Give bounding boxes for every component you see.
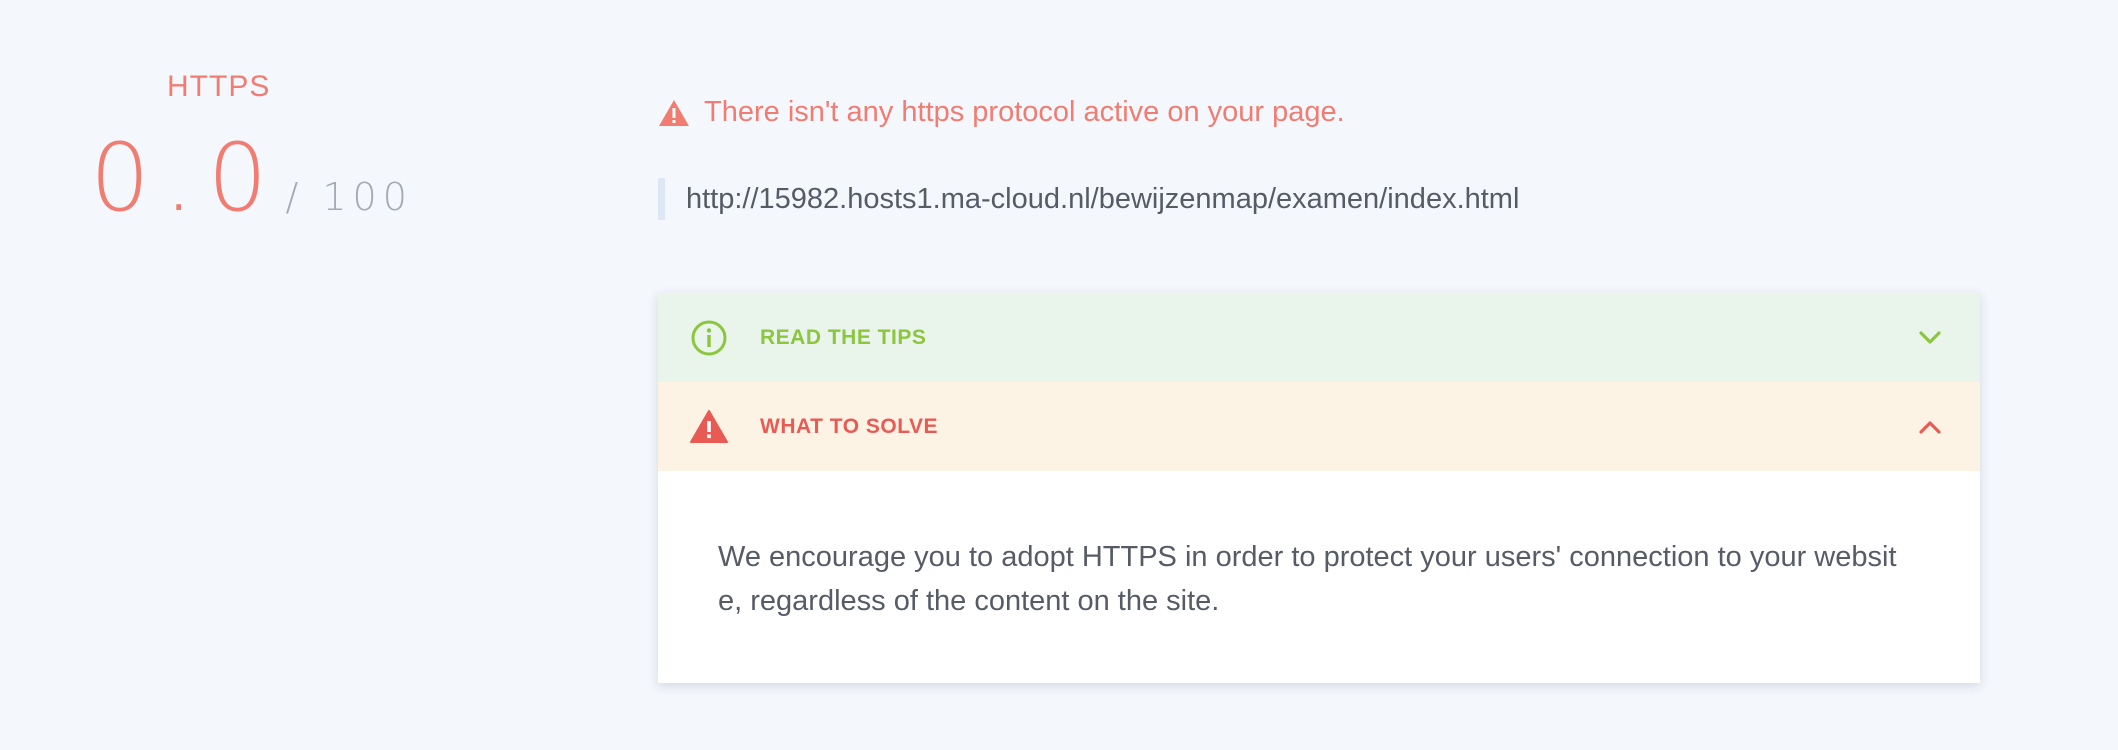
read-the-tips-title: READ THE TIPS — [760, 325, 927, 349]
warning-triangle-icon — [659, 99, 689, 126]
chevron-down-icon — [1919, 330, 1941, 344]
chevron-up-icon — [1919, 420, 1941, 434]
accordion: READ THE TIPS WHAT TO SOLVE We encourage… — [658, 293, 1980, 683]
score-max: / 100 — [285, 175, 413, 219]
score-display: 0.0 / 100 — [90, 124, 413, 233]
warning-triangle-icon — [690, 409, 728, 443]
page-url: http://15982.hosts1.ma-cloud.nl/bewijzen… — [658, 178, 1519, 220]
score-value: 0.0 — [90, 124, 282, 233]
alert-message: There isn't any https protocol active on… — [658, 96, 1345, 129]
score-label: HTTPS — [167, 70, 271, 103]
what-to-solve-title: WHAT TO SOLVE — [760, 414, 938, 438]
info-circle-icon — [691, 320, 727, 355]
what-to-solve-content: We encourage you to adopt HTTPS in order… — [718, 541, 1897, 617]
what-to-solve-toggle[interactable]: WHAT TO SOLVE — [658, 382, 1980, 471]
alert-text: There isn't any https protocol active on… — [704, 96, 1345, 128]
read-the-tips-toggle[interactable]: READ THE TIPS — [658, 293, 1980, 382]
